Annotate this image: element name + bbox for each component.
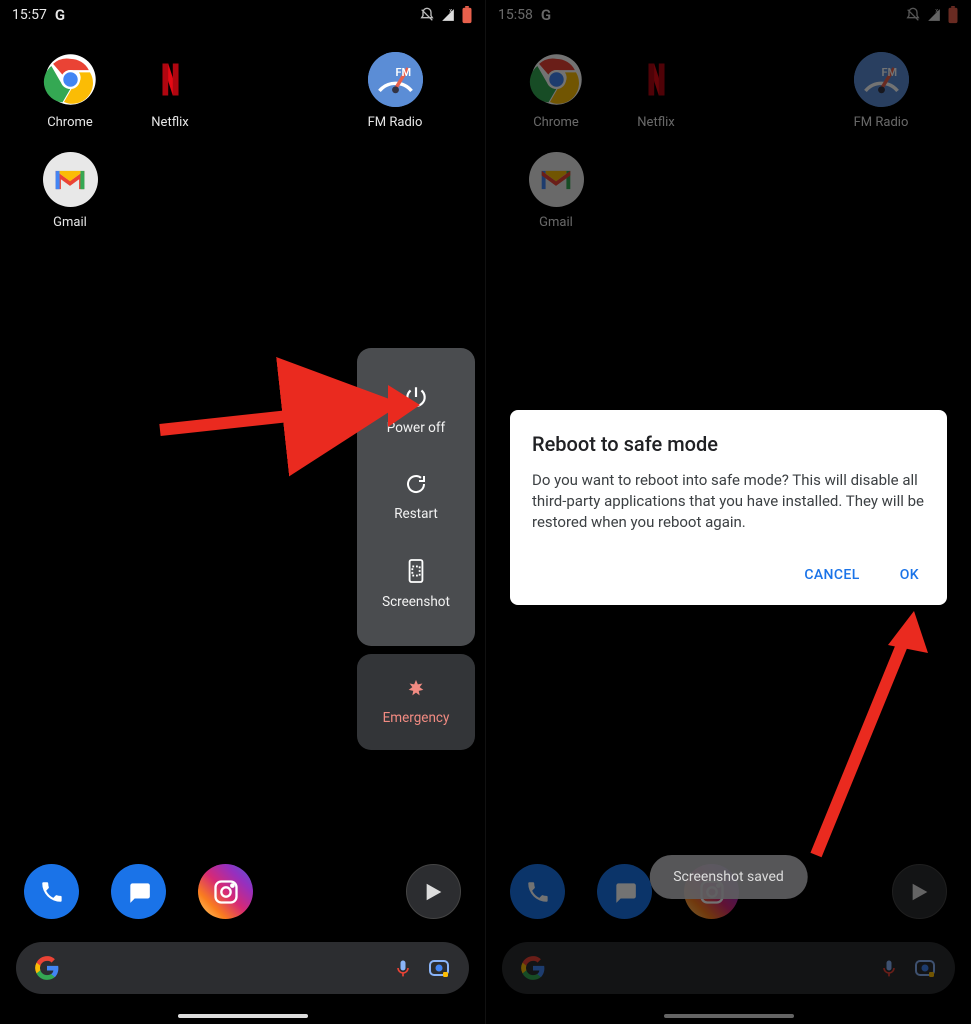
dock bbox=[0, 864, 485, 919]
screenshot-label: Screenshot bbox=[382, 594, 450, 610]
dialog-body: Do you want to reboot into safe mode? Th… bbox=[532, 470, 925, 533]
app-chrome[interactable]: Chrome bbox=[506, 52, 606, 130]
mic-icon[interactable] bbox=[879, 957, 899, 979]
lens-icon[interactable] bbox=[427, 956, 451, 980]
app-label: Gmail bbox=[539, 215, 573, 230]
emergency-button[interactable]: Emergency bbox=[357, 654, 475, 750]
app-label: Netflix bbox=[637, 115, 674, 130]
gesture-pill[interactable] bbox=[178, 1014, 308, 1018]
app-label: FM Radio bbox=[854, 115, 909, 130]
restart-icon bbox=[404, 472, 428, 496]
phone-right: 15:58 G x Chrome Netflix FM FM bbox=[485, 0, 971, 1024]
app-chrome[interactable]: Chrome bbox=[20, 52, 120, 130]
dialog-title: Reboot to safe mode bbox=[532, 432, 925, 456]
safe-mode-dialog: Reboot to safe mode Do you want to reboo… bbox=[510, 410, 947, 605]
battery-icon bbox=[947, 6, 959, 24]
restart-button[interactable]: Restart bbox=[363, 454, 469, 540]
status-bar: 15:58 G x bbox=[486, 0, 971, 30]
lens-icon[interactable] bbox=[913, 956, 937, 980]
app-netflix[interactable]: Netflix bbox=[120, 52, 220, 130]
dock-instagram[interactable] bbox=[198, 864, 253, 919]
power-icon bbox=[403, 384, 429, 410]
phone-left: 15:57 G x Chrome Netflix bbox=[0, 0, 485, 1024]
screenshot-icon bbox=[405, 558, 427, 584]
power-off-button[interactable]: Power off bbox=[363, 366, 469, 454]
signal-no-data-icon: x bbox=[927, 8, 941, 22]
app-netflix[interactable]: Netflix bbox=[606, 52, 706, 130]
google-g-icon bbox=[520, 955, 546, 981]
status-bar: 15:57 G x bbox=[0, 0, 485, 30]
dock-messages[interactable] bbox=[597, 864, 652, 919]
notifications-muted-icon bbox=[905, 7, 921, 23]
google-indicator-icon: G bbox=[55, 6, 65, 24]
status-time: 15:58 bbox=[498, 7, 533, 23]
status-time: 15:57 bbox=[12, 7, 47, 23]
ok-button[interactable]: OK bbox=[894, 559, 925, 591]
power-off-label: Power off bbox=[387, 420, 445, 436]
app-label: FM Radio bbox=[368, 115, 423, 130]
app-gmail[interactable]: Gmail bbox=[20, 152, 120, 230]
fm-badge: FM bbox=[882, 66, 898, 79]
battery-icon bbox=[461, 6, 473, 24]
app-label: Chrome bbox=[533, 115, 579, 130]
notifications-muted-icon bbox=[419, 7, 435, 23]
app-fm-radio[interactable]: FM FM Radio bbox=[831, 52, 931, 130]
app-gmail[interactable]: Gmail bbox=[506, 152, 606, 230]
mic-icon[interactable] bbox=[393, 957, 413, 979]
dock-messages[interactable] bbox=[111, 864, 166, 919]
signal-no-data-icon: x bbox=[441, 8, 455, 22]
restart-label: Restart bbox=[394, 506, 438, 522]
emergency-icon bbox=[405, 678, 427, 700]
dock-phone[interactable] bbox=[510, 864, 565, 919]
app-label: Chrome bbox=[47, 115, 93, 130]
power-menu: Power off Restart Screenshot Emergency bbox=[357, 348, 475, 750]
app-label: Gmail bbox=[53, 215, 87, 230]
search-bar[interactable] bbox=[502, 942, 955, 994]
google-g-icon bbox=[34, 955, 60, 981]
fm-badge: FM bbox=[396, 66, 412, 79]
cancel-button[interactable]: CANCEL bbox=[798, 559, 865, 591]
app-label: Netflix bbox=[151, 115, 188, 130]
emergency-label: Emergency bbox=[383, 710, 450, 726]
app-fm-radio[interactable]: FM FM Radio bbox=[345, 52, 445, 130]
toast-screenshot-saved: Screenshot saved bbox=[649, 855, 808, 899]
search-bar[interactable] bbox=[16, 942, 469, 994]
screenshot-button[interactable]: Screenshot bbox=[363, 540, 469, 628]
google-indicator-icon: G bbox=[541, 6, 551, 24]
dock-play[interactable] bbox=[892, 864, 947, 919]
gesture-pill[interactable] bbox=[664, 1014, 794, 1018]
dock-phone[interactable] bbox=[24, 864, 79, 919]
dock-play[interactable] bbox=[406, 864, 461, 919]
